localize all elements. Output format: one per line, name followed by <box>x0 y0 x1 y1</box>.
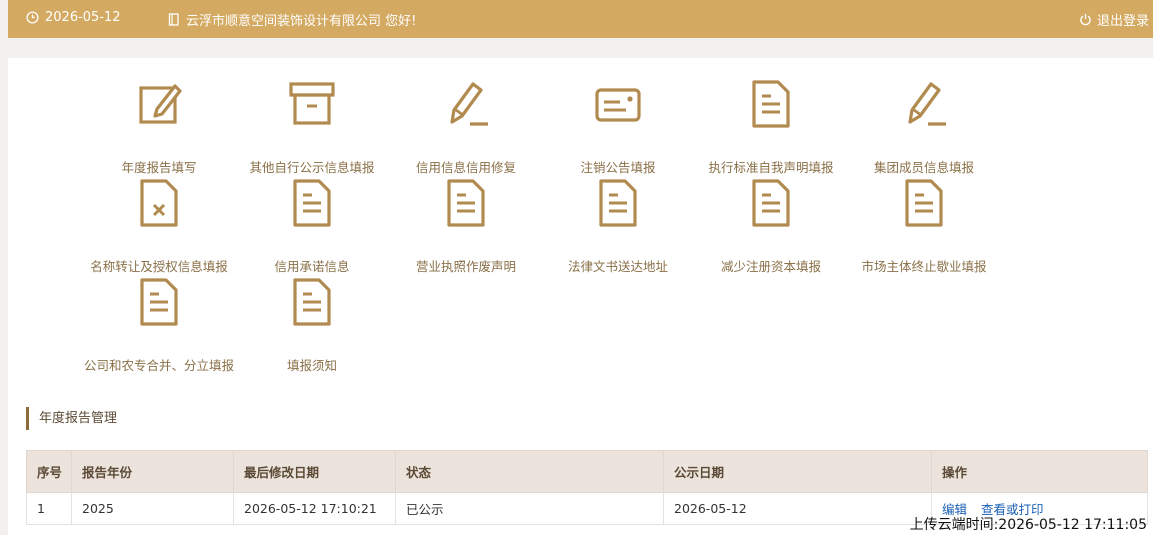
function-tile[interactable]: 营业执照作废声明 <box>391 177 541 274</box>
date-text: 2026-05-12 <box>45 10 121 25</box>
date-display: 2026-05-12 <box>26 10 121 25</box>
function-tile[interactable]: 集团成员信息填报 <box>849 78 999 175</box>
main-panel: 年度报告填写 其他自行公示信息填报 信用信息信用修复 注销公告填报 执行标准自我声明填报… <box>8 58 1153 535</box>
function-tile[interactable]: 年度报告填写 <box>84 78 234 175</box>
document-x-icon <box>140 179 178 227</box>
greeting-text: 云浮市顺意空间装饰设计有限公司 您好! <box>186 14 417 29</box>
logout-label: 退出登录 <box>1096 14 1149 29</box>
function-tile[interactable]: 减少注册资本填报 <box>696 177 846 274</box>
column-header: 状态 <box>395 450 664 493</box>
document-icon <box>905 179 943 227</box>
function-tile[interactable]: 法律文书送达地址 <box>543 177 693 274</box>
function-tile[interactable]: 执行标准自我声明填报 <box>696 78 846 175</box>
tile-label: 填报须知 <box>286 358 337 373</box>
tile-label: 集团成员信息填报 <box>873 160 974 175</box>
logout-button[interactable]: 退出登录 <box>1079 10 1149 29</box>
clock-icon <box>26 11 39 24</box>
pencil-icon <box>908 82 946 126</box>
function-tile[interactable]: 信用承诺信息 <box>237 177 387 274</box>
edit-icon <box>139 84 182 124</box>
column-header: 最后修改日期 <box>233 450 396 493</box>
book-icon <box>168 13 179 26</box>
function-tile[interactable]: 其他自行公示信息填报 <box>237 78 387 175</box>
cell-publish-date: 2026-05-12 <box>663 492 932 525</box>
function-tile[interactable]: 信用信息信用修复 <box>391 78 541 175</box>
document-icon <box>293 278 331 326</box>
greeting: 云浮市顺意空间装饰设计有限公司 您好! <box>168 10 416 29</box>
document-icon <box>752 179 790 227</box>
pencil-icon <box>450 82 488 126</box>
cell-index: 1 <box>26 492 72 525</box>
upload-time-overlay: 上传云端时间:2026-05-12 17:11:05 <box>909 517 1147 533</box>
column-header: 公示日期 <box>663 450 932 493</box>
column-header: 序号 <box>26 450 72 493</box>
column-header: 报告年份 <box>71 450 234 493</box>
column-header: 操作 <box>931 450 1148 493</box>
function-tile[interactable]: 注销公告填报 <box>543 78 693 175</box>
document-icon <box>293 179 331 227</box>
function-tile[interactable]: 公司和农专合并、分立填报 <box>84 276 234 373</box>
function-tile[interactable]: 市场主体终止歇业填报 <box>849 177 999 274</box>
document-icon <box>752 80 790 128</box>
document-icon <box>447 179 485 227</box>
tile-label: 市场主体终止歇业填报 <box>861 259 987 274</box>
function-tile[interactable]: 名称转让及授权信息填报 <box>84 177 234 274</box>
cell-year: 2025 <box>71 492 234 525</box>
power-icon <box>1080 13 1091 26</box>
function-tile[interactable]: 填报须知 <box>237 276 387 373</box>
table-header-row: 序号 报告年份 最后修改日期 状态 公示日期 操作 <box>26 450 1148 493</box>
cell-modified: 2026-05-12 17:10:21 <box>233 492 396 525</box>
section-title: 年度报告管理 <box>26 407 117 430</box>
top-bar: 2026-05-12 云浮市顺意空间装饰设计有限公司 您好! 退出登录 <box>8 0 1153 38</box>
document-icon <box>140 278 178 326</box>
document-icon <box>599 179 637 227</box>
cell-status: 已公示 <box>395 492 664 525</box>
archive-box-icon <box>289 82 335 125</box>
card-icon <box>595 88 641 122</box>
